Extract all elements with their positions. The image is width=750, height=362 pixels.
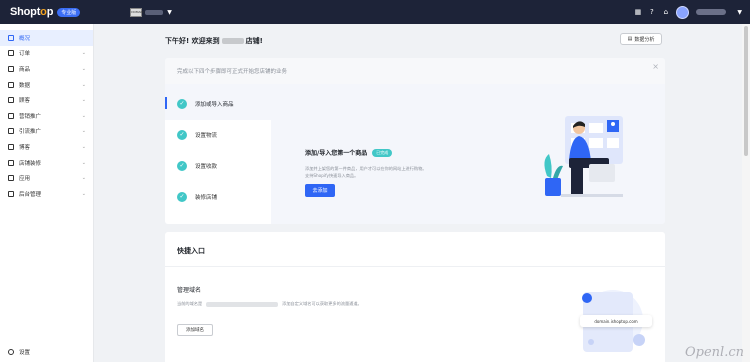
marketing-icon (8, 112, 14, 119)
sidebar-item-customers[interactable]: 顾客 ⌄ (0, 92, 93, 108)
store-design-icon (8, 159, 14, 166)
top-bar: Shoptop 专业版 DOMAIN ▼ ▦ ? ⌂ ▼ (0, 0, 750, 24)
store-switcher[interactable]: DOMAIN ▼ (130, 7, 172, 17)
traffic-icon (8, 128, 14, 135)
sidebar-item-data[interactable]: 数据 ⌄ (0, 77, 93, 93)
store-thumbnail: DOMAIN (130, 7, 144, 17)
add-product-button[interactable]: 去添加 (305, 184, 335, 197)
scrollbar-thumb[interactable] (744, 26, 748, 156)
chevron-down-icon: ⌄ (81, 128, 86, 135)
store-name-redacted (145, 9, 164, 15)
sidebar-item-orders[interactable]: 订单 ⌄ (0, 46, 93, 62)
setup-steps: ✓ 添加或导入商品 ✓ 设置物流 ✓ 设置收款 ✓ 装修店铺 (165, 88, 271, 224)
step-payments[interactable]: ✓ 设置收款 (165, 150, 271, 181)
check-icon: ✓ (177, 160, 187, 171)
home-icon[interactable]: ⌂ (662, 8, 669, 16)
sidebar-item-blog[interactable]: 博客 ⌄ (0, 139, 93, 155)
products-icon (8, 65, 14, 72)
sidebar: 概况 订单 ⌄ 商品 ⌄ 数据 ⌄ 顾客 ⌄ 营销推广 ⌄ 引流推广 ⌄ 博客 ⌄ 店铺装修 ⌄… (0, 24, 94, 362)
calendar-icon[interactable]: ▦ (634, 8, 642, 16)
data-analysis-button[interactable]: ▤ 数据分析 (620, 33, 662, 45)
setup-guide-header: 完成以下四个步骤即可正式开始您店铺的业务 (165, 58, 665, 84)
chevron-down-icon: ⌄ (81, 190, 86, 197)
chevron-down-icon: ⌄ (81, 112, 86, 119)
sidebar-item-traffic[interactable]: 引流推广 ⌄ (0, 124, 93, 140)
chevron-down-icon: ⌄ (81, 143, 86, 150)
step-shipping[interactable]: ✓ 设置物流 (165, 119, 271, 150)
customers-icon (8, 97, 14, 104)
task-title: 添加/导入您第一个商品 已完成 (305, 148, 393, 157)
domain-title: 管理域名 (177, 287, 202, 294)
page-title: 下午好! 欢迎来到 店铺! (165, 37, 263, 45)
check-icon: ✓ (177, 129, 187, 140)
domain-chip: domain.ishoptop.com (580, 315, 652, 327)
sidebar-item-products[interactable]: 商品 ⌄ (0, 61, 93, 77)
user-name-redacted[interactable] (696, 9, 727, 15)
watermark: Openl.cn (685, 345, 744, 360)
chevron-down-icon[interactable]: ▼ (737, 9, 742, 16)
chart-icon: ▤ (627, 36, 633, 42)
chevron-down-icon: ⌄ (81, 50, 86, 57)
check-icon: ✓ (177, 98, 187, 109)
plan-badge: 专业版 (57, 7, 81, 17)
domain-redacted (206, 301, 279, 307)
add-domain-button[interactable]: 添加域名 (177, 324, 213, 336)
orders-icon (8, 50, 14, 57)
section-title: 快捷入口 (177, 247, 205, 255)
person-at-laptop-illustration (544, 116, 623, 197)
step-store-design[interactable]: ✓ 装修店铺 (165, 181, 271, 212)
chevron-down-icon: ⌄ (81, 65, 86, 72)
scrollbar[interactable] (742, 24, 750, 362)
chevron-down-icon: ⌄ (81, 159, 86, 166)
app-logo[interactable]: Shoptop (10, 6, 53, 18)
sidebar-item-overview[interactable]: 概况 (0, 30, 93, 46)
folder-icon (8, 190, 14, 197)
blog-icon (8, 143, 14, 150)
gear-icon (8, 349, 14, 356)
chevron-down-icon: ⌄ (81, 81, 86, 88)
close-icon[interactable]: × (652, 62, 659, 71)
chevron-down-icon: ⌄ (81, 175, 86, 182)
sidebar-item-settings[interactable]: 设置 (0, 344, 94, 360)
dashboard-icon (8, 34, 14, 41)
step-add-products[interactable]: ✓ 添加或导入商品 (165, 88, 271, 119)
store-name-redacted (221, 38, 244, 44)
task-description: 添加并上架您的第一件商品，用户才可以在你的网站上进行购物。 支持Shopify快… (305, 166, 427, 178)
sidebar-item-marketing[interactable]: 营销推广 ⌄ (0, 108, 93, 124)
sidebar-item-store-design[interactable]: 店铺装修 ⌄ (0, 155, 93, 171)
apps-icon (8, 175, 14, 182)
main-content: 下午好! 欢迎来到 店铺! ▤ 数据分析 完成以下四个步骤即可正式开始您店铺的业务 … (94, 24, 742, 362)
avatar[interactable] (676, 5, 690, 19)
chevron-down-icon: ⌄ (81, 97, 86, 104)
sidebar-item-apps[interactable]: 应用 ⌄ (0, 170, 93, 186)
check-icon: ✓ (177, 191, 187, 202)
help-icon[interactable]: ? (648, 8, 655, 16)
chevron-down-icon: ▼ (167, 8, 172, 16)
status-badge: 已完成 (372, 148, 393, 157)
domain-description: 当前的域名是 添加自定义域名可以获取更多的流量通道。 (177, 301, 362, 307)
data-icon (8, 81, 14, 88)
sidebar-item-admin[interactable]: 后台管理 ⌄ (0, 186, 93, 202)
quick-access-card: 快捷入口 管理域名 当前的域名是 添加自定义域名可以获取更多的流量通道。 添加域… (165, 232, 665, 362)
